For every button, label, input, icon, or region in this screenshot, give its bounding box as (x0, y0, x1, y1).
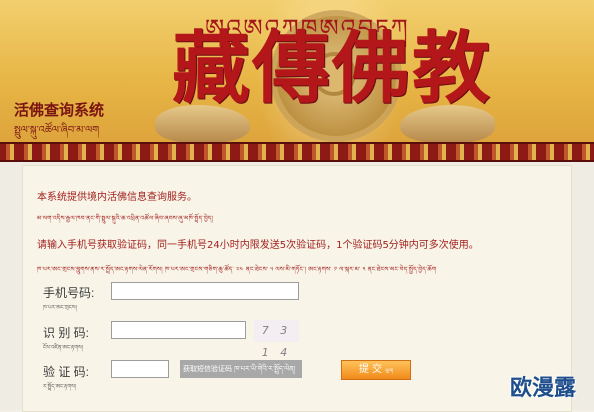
query-panel: 本系统提供境内活佛信息查询服务。 མ་ལག་འདིས་རྒྱལ་ཁབ་ནང་གི… (22, 165, 572, 412)
phone-label: 手机号码: (43, 286, 95, 300)
system-title: 活佛查询系统 (14, 101, 105, 119)
submit-label: 提 交 (358, 364, 383, 375)
captcha-label-tibetan: ངོས་འཛིན་ཨང་རྟགས། (43, 345, 83, 351)
verify-code-label-tibetan: ར་སྤྲོད་ཨང་རྟགས། (43, 384, 77, 390)
captcha-label: 识 别 码: (43, 326, 90, 340)
submit-button[interactable]: 提 交 ཕུལ། (341, 360, 411, 380)
verify-code-input[interactable] (111, 360, 169, 378)
captcha-input[interactable] (111, 321, 246, 339)
intro-text-tibetan: མ་ལག་འདིས་རྒྱལ་ཁབ་ནང་གི་སྤྲུལ་སྐུའི་ཆ་འཕ… (37, 215, 214, 222)
header-banner: ཨའཨའཀཁཨའབཏཀ 藏傳佛教 活佛查询系统 སྤྲུལ་སྐུ་འཚོལ་ཞ… (0, 0, 594, 150)
decorative-border (0, 142, 594, 162)
watermark-text: 欧漫露 (510, 376, 577, 401)
phone-label-tibetan: ཁ་པར་ཨང་གྲངས། (43, 305, 77, 311)
sms-rule-tibetan: ཁ་པར་ཨང་གྲངས་བླུགས་ནས་ར་སྤྲོད་ཨང་རྟགས་ལེ… (37, 266, 437, 273)
sms-rule-text: 请输入手机号获取验证码，同一手机号24小时内限发送5次验证码，1个验证码5分钟内… (37, 240, 479, 251)
site-title: 藏傳佛教 (172, 23, 493, 114)
intro-text: 本系统提供境内活佛信息查询服务。 (37, 192, 197, 203)
captcha-image[interactable]: 7 3 1 4 (254, 320, 299, 359)
submit-label-tibetan: ཕུལ། (385, 368, 394, 374)
verify-code-label: 验 证 码: (43, 365, 90, 379)
phone-input[interactable] (111, 282, 299, 300)
get-sms-code-button[interactable]: 获取短信验证码 ཁ་པར་ཡི་གེའི་ར་སྤྲོད་ལེན། (180, 360, 302, 378)
